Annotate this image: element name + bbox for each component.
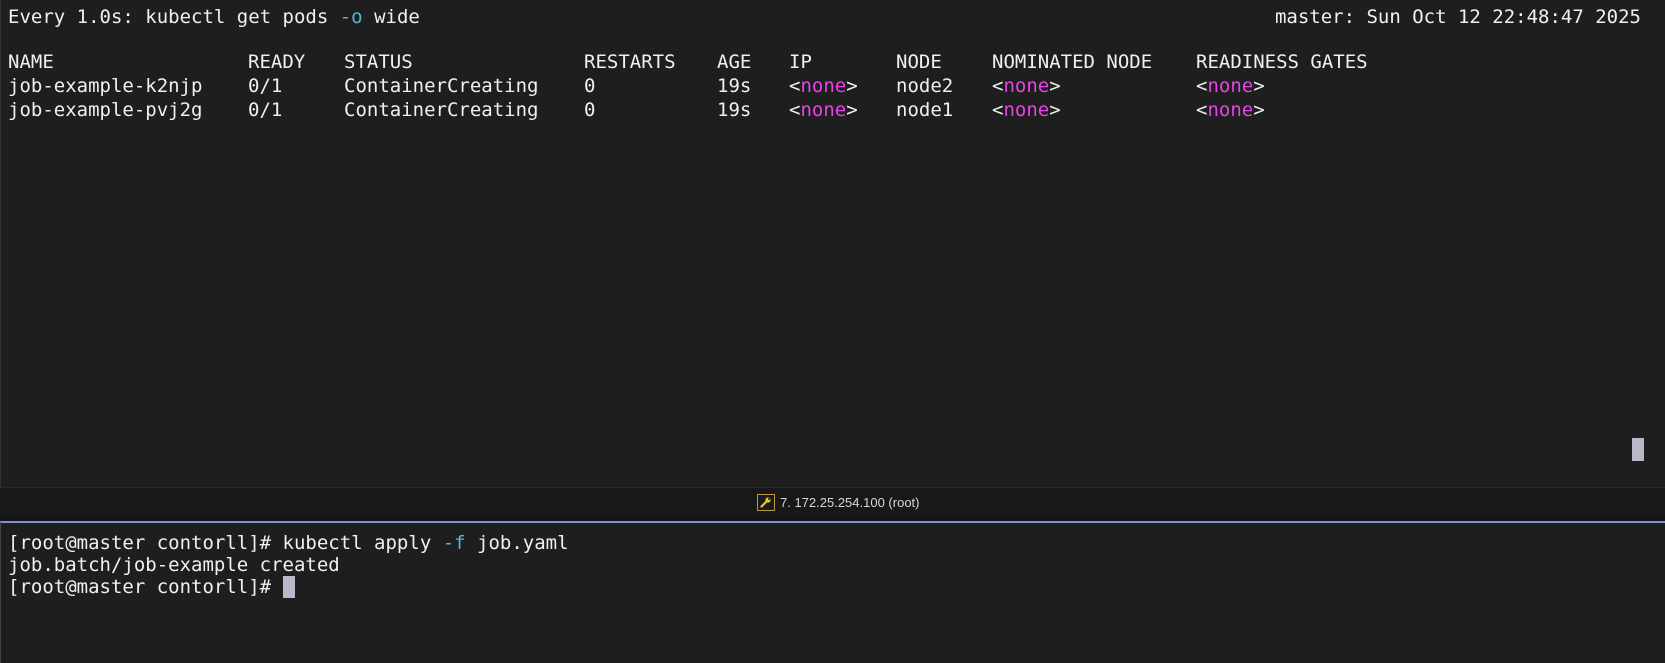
shell-output-line: job.batch/job-example created (8, 554, 340, 576)
pod-age: 19s (717, 75, 752, 97)
watch-command-flag: -o (339, 6, 363, 28)
pod-name: job-example-pvj2g (8, 99, 203, 121)
pod-status: ContainerCreating (344, 75, 539, 97)
pod-readiness-gates: <none> (1196, 75, 1265, 97)
column-header-restarts: RESTARTS (584, 51, 676, 73)
column-header-age: AGE (717, 51, 752, 73)
column-header-ready: READY (248, 51, 306, 73)
table-row: job-example-pvj2g 0/1 ContainerCreating … (8, 98, 1665, 122)
pod-ip: <none> (789, 99, 858, 121)
watch-command-prefix: Every 1.0s: kubectl get pods (8, 6, 340, 28)
session-tab-bar: 7. 172.25.254.100 (root) (0, 487, 1665, 515)
pod-node: node1 (896, 99, 954, 121)
shell-command-flag: -f (442, 532, 466, 554)
pod-node: node2 (896, 75, 954, 97)
terminal-cursor (1632, 438, 1644, 461)
pod-ready: 0/1 (248, 75, 283, 97)
watch-header: Every 1.0s: kubectl get pods -o wide (8, 5, 420, 29)
pod-ip: <none> (789, 75, 858, 97)
pod-age: 19s (717, 99, 752, 121)
pods-table-header: NAME READY STATUS RESTARTS AGE IP NODE N… (8, 50, 1665, 74)
pod-readiness-gates: <none> (1196, 99, 1265, 121)
column-header-name: NAME (8, 51, 54, 73)
shell-line-apply: [root@master contorll]# kubectl apply -f… (8, 531, 569, 555)
wrench-icon (757, 493, 775, 511)
column-header-node: NODE (896, 51, 942, 73)
pod-restarts: 0 (584, 75, 596, 97)
column-header-readiness-gates: READINESS GATES (1196, 51, 1368, 73)
session-tab[interactable]: 7. 172.25.254.100 (root) (757, 492, 920, 512)
watch-command-suffix: wide (362, 6, 420, 28)
pod-ready: 0/1 (248, 99, 283, 121)
pod-status: ContainerCreating (344, 99, 539, 121)
column-header-nominated-node: NOMINATED NODE (992, 51, 1153, 73)
shell-line-current[interactable]: [root@master contorll]# (8, 575, 295, 599)
shell-prompt: [root@master contorll]# (8, 532, 283, 554)
pod-name: job-example-k2njp (8, 75, 203, 97)
pod-nominated-node: <none> (992, 99, 1061, 121)
shell-pane[interactable]: [root@master contorll]# kubectl apply -f… (0, 521, 1665, 663)
watch-pane[interactable]: Every 1.0s: kubectl get pods -o wide mas… (0, 0, 1665, 487)
terminal-cursor (282, 576, 295, 598)
shell-command-arg: job.yaml (465, 532, 569, 554)
session-tab-label: 7. 172.25.254.100 (root) (780, 494, 920, 510)
pane-separator (0, 514, 1665, 521)
table-row: job-example-k2njp 0/1 ContainerCreating … (8, 74, 1665, 98)
shell-prompt: [root@master contorll]# (8, 576, 283, 598)
shell-command: kubectl apply (282, 532, 443, 554)
pod-restarts: 0 (584, 99, 596, 121)
watch-host-clock: master: Sun Oct 12 22:48:47 2025 (1274, 6, 1641, 28)
column-header-status: STATUS (344, 51, 413, 73)
pod-nominated-node: <none> (992, 75, 1061, 97)
column-header-ip: IP (789, 51, 812, 73)
